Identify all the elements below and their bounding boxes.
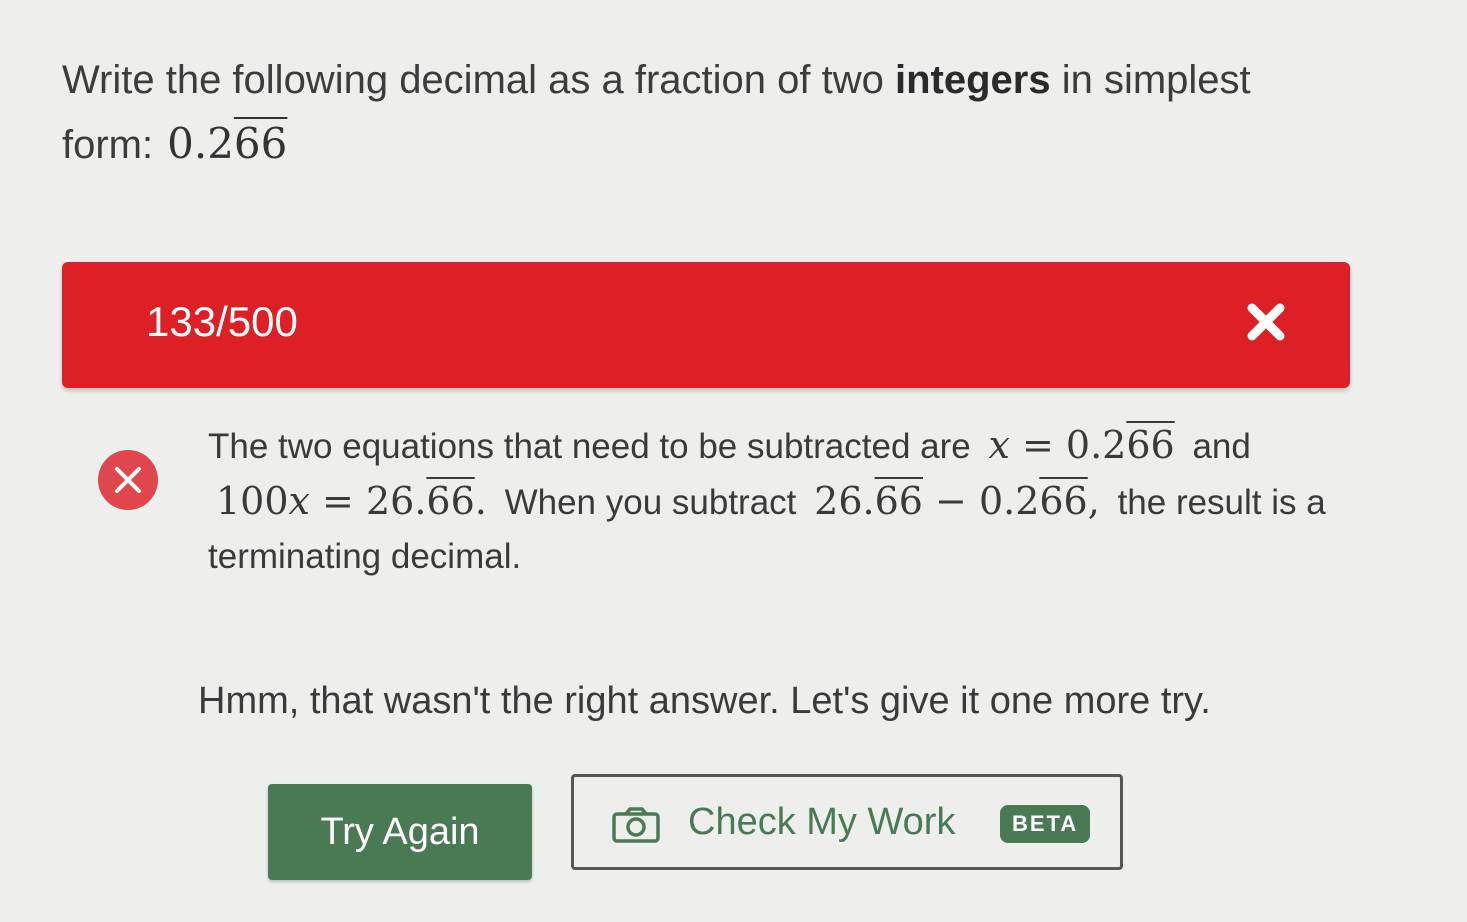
retry-message: Hmm, that wasn't the right answer. Let's… [198,680,1211,722]
eq1-repeat: 66 [1126,423,1175,467]
eq2-repeat: 66 [426,479,475,523]
eq2-end: . [474,479,487,523]
sub-b-repeat: 66 [1039,479,1088,523]
sub-end: , [1087,479,1100,523]
eq2-equals: = [309,479,366,523]
equation-2: 100x = 26.66. [216,479,487,523]
feedback-explanation: The two equations that need to be subtra… [208,418,1348,584]
check-my-work-button[interactable]: Check My Work BETA [571,774,1123,870]
beta-badge: BETA [1000,805,1091,843]
question-emphasis: integers [894,58,1051,102]
sub-a-repeat: 66 [874,479,923,523]
sub-operator: − [922,479,979,523]
eq1-equals: = [1009,423,1066,467]
decimal-whole: 0.2 [167,119,234,168]
sub-a-whole: 26. [814,479,875,523]
question-prompt: Write the following decimal as a fractio… [62,48,1362,177]
question-prefix: Write the following decimal as a fractio… [62,58,895,102]
feedback-text-1: The two equations that need to be subtra… [208,427,971,466]
eq2-coef: 100 [216,479,289,523]
x-circle-icon [98,450,158,510]
x-mark-icon [1244,300,1288,344]
subtraction-expression: 26.66 − 0.266, [814,479,1100,523]
submitted-answer: 133/500 [146,298,298,345]
eq2-var: x [288,479,310,523]
camera-icon [612,807,660,846]
feedback-text-2: and [1192,427,1251,466]
eq2-whole: 26. [365,479,427,523]
feedback-text-3: When you subtract [504,483,797,522]
sub-b-whole: 0.2 [978,479,1040,523]
eq1-whole: 0.2 [1065,423,1127,467]
equation-1: x = 0.266 [988,423,1174,467]
eq1-var: x [988,423,1010,467]
answer-result-bar: 133/500 [62,262,1350,388]
question-decimal: 0.266 [167,119,287,168]
try-again-button[interactable]: Try Again [268,784,532,880]
decimal-repeat: 66 [233,119,288,168]
check-my-work-label: Check My Work [688,801,956,843]
